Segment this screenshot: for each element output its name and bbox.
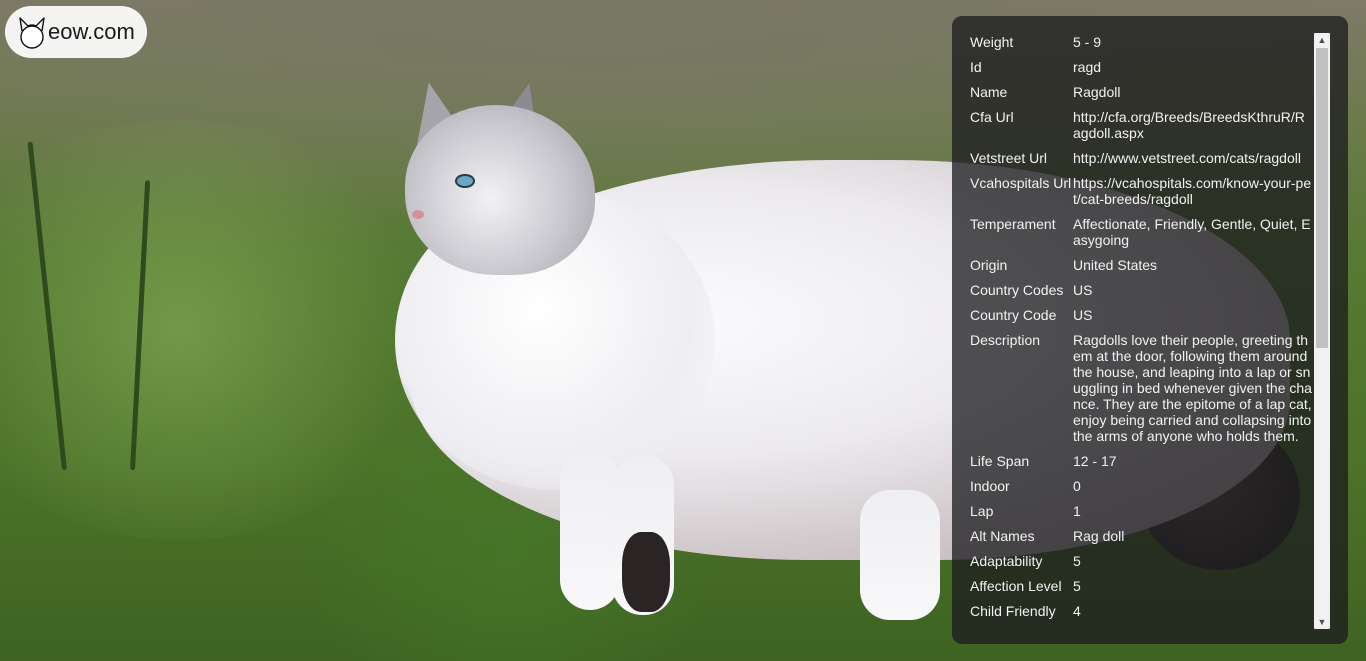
scrollbar-thumb[interactable] xyxy=(1316,48,1328,348)
site-logo[interactable]: eow.com xyxy=(5,6,147,58)
info-value: https://vcahospitals.com/know-your-pet/c… xyxy=(1073,175,1312,207)
info-value: http://www.vetstreet.com/cats/ragdoll xyxy=(1073,150,1301,166)
info-value: 12 - 17 xyxy=(1073,453,1117,469)
info-row: Name Ragdoll xyxy=(964,84,1314,109)
breed-info-scrollbar[interactable]: ▲ ▼ xyxy=(1314,33,1330,629)
info-key: Cfa Url xyxy=(970,109,1014,125)
info-key: Country Code xyxy=(970,307,1057,323)
info-value: http://cfa.org/Breeds/BreedsKthruR/Ragdo… xyxy=(1073,109,1305,141)
triangle-up-icon[interactable]: ▲ xyxy=(1314,33,1330,47)
info-value: 5 xyxy=(1073,553,1081,569)
info-key: Life Span xyxy=(970,453,1030,469)
info-value: US xyxy=(1073,282,1093,298)
triangle-down-icon[interactable]: ▼ xyxy=(1314,615,1330,629)
info-row: Lap 1 xyxy=(964,503,1314,528)
info-key: Country Codes xyxy=(970,282,1064,298)
info-row: Vcahospitals Url https://vcahospitals.com… xyxy=(964,175,1314,216)
info-value: Rag doll xyxy=(1073,528,1125,544)
info-row: Country Codes US xyxy=(964,282,1314,307)
info-key: Temperament xyxy=(970,216,1056,232)
info-row: Vetstreet Url http://www.vetstreet.com/ca… xyxy=(964,150,1314,175)
info-row: Life Span 12 - 17 xyxy=(964,453,1314,478)
info-key: Name xyxy=(970,84,1008,100)
info-key: Description xyxy=(970,332,1041,348)
info-value: 0 xyxy=(1073,478,1081,494)
cat-head-icon xyxy=(18,15,46,49)
info-row: Cfa Url http://cfa.org/Breeds/BreedsKthru… xyxy=(964,109,1314,150)
info-value: ragd xyxy=(1073,59,1102,75)
info-key: Adaptability xyxy=(970,553,1043,569)
info-key: Id xyxy=(970,59,982,75)
info-value: Ragdoll xyxy=(1073,84,1121,100)
info-key: Lap xyxy=(970,503,994,519)
info-key: Alt Names xyxy=(970,528,1035,544)
info-row: Id ragd xyxy=(964,59,1314,84)
info-value: Affectionate, Friendly, Gentle, Quiet, E… xyxy=(1073,216,1311,248)
info-row: Affection Level 5 xyxy=(964,578,1314,603)
info-key: Vetstreet Url xyxy=(970,150,1048,166)
info-value: 5 xyxy=(1073,578,1081,594)
info-value: 4 xyxy=(1073,603,1081,619)
logo-text: eow.com xyxy=(48,19,135,44)
info-row: Temperament Affectionate, Friendly, Gentl… xyxy=(964,216,1314,257)
info-key: Origin xyxy=(970,257,1008,273)
info-key: Weight xyxy=(970,34,1014,50)
breed-info-panel: Weight 5 - 9 Id ragd Name Ragdoll Cfa Url http:… xyxy=(952,16,1348,644)
info-row: Indoor 0 xyxy=(964,478,1314,503)
info-row: Description Ragdolls love their people, g… xyxy=(964,332,1314,453)
info-value: United States xyxy=(1073,257,1158,273)
info-key: Affection Level xyxy=(970,578,1062,594)
info-value: 1 xyxy=(1073,503,1081,519)
info-value: Ragdolls love their people, greeting the… xyxy=(1073,332,1312,444)
info-row: Alt Names Rag doll xyxy=(964,528,1314,553)
info-row: Weight 5 - 9 xyxy=(964,34,1314,59)
info-key: Indoor xyxy=(970,478,1010,494)
info-key: Child Friendly xyxy=(970,603,1056,619)
info-row: Origin United States xyxy=(964,257,1314,282)
info-row: Country Code US xyxy=(964,307,1314,332)
info-value: 5 - 9 xyxy=(1073,34,1102,50)
info-row: Child Friendly 4 xyxy=(964,603,1314,628)
info-key: Vcahospitals Url xyxy=(970,175,1072,191)
info-row: Adaptability 5 xyxy=(964,553,1314,578)
breed-info-table: Weight 5 - 9 Id ragd Name Ragdoll Cfa Url http:… xyxy=(964,34,1314,628)
breed-info-scroll-area[interactable]: Weight 5 - 9 Id ragd Name Ragdoll Cfa Url http:… xyxy=(964,34,1316,640)
info-value: US xyxy=(1073,307,1093,323)
